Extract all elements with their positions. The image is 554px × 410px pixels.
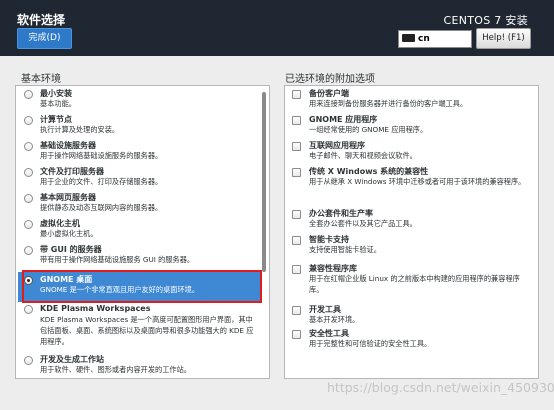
env-item[interactable]: 基础设施服务器 用于操作网络基础设施服务的服务器。 — [16, 140, 269, 162]
checkbox[interactable] — [292, 306, 301, 315]
checkbox[interactable] — [292, 90, 301, 99]
checkbox[interactable] — [292, 210, 301, 219]
env-item-title: 计算节点 — [40, 115, 72, 124]
env-item-desc: 用于企业的文件、打印及存储服务器。 — [40, 177, 163, 186]
addon-item-title: 备份客户端 — [309, 89, 349, 98]
env-item[interactable]: KDE Plasma Workspaces KDE Plasma Workspa… — [16, 303, 269, 347]
addon-item[interactable]: 传统 X Windows 系统的兼容性 用于从继承 X Windows 环境中迁… — [285, 166, 538, 188]
header-bar: 软件选择 完成(D) CENTOS 7 安装 cn Help! (F1) — [0, 0, 554, 56]
addon-item-title: 办公套件和生产率 — [309, 209, 373, 218]
env-item[interactable]: 带 GUI 的服务器 带有用于操作网络基础设施服务 GUI 的服务器。 — [16, 244, 269, 266]
addon-item[interactable]: 兼容性程序库 用于在红帽企业版 Linux 的之前版本中构建的应用程序的兼容程序… — [285, 263, 538, 295]
env-item-title: 文件及打印服务器 — [40, 167, 104, 176]
addon-item-desc: 用于完整性和可信验证的安全性工具。 — [309, 339, 432, 348]
radio-button[interactable] — [24, 116, 33, 125]
env-item-title: 开发及生成工作站 — [40, 355, 104, 364]
scrollbar[interactable] — [262, 92, 266, 272]
radio-button[interactable] — [24, 356, 33, 365]
env-item-desc: 最小虚拟化主机。 — [40, 229, 98, 238]
env-item-title: KDE Plasma Workspaces — [40, 304, 151, 313]
addon-item[interactable]: 备份客户端 用来连接到备份服务器并进行备份的客户端工具。 — [285, 88, 538, 110]
addon-item-desc: 一组经常使用的 GNOME 应用程序。 — [309, 125, 428, 134]
env-item-title: 带 GUI 的服务器 — [40, 245, 102, 254]
addon-item[interactable]: 智能卡支持 支持使用智能卡验证。 — [285, 234, 538, 256]
done-button[interactable]: 完成(D) — [17, 28, 72, 49]
env-item[interactable]: 开发及生成工作站 用于软件、硬件、图形或者内容开发的工作站。 — [16, 354, 269, 376]
keyboard-layout-label: cn — [418, 34, 430, 44]
addons-heading: 已选环境的附加选项 — [285, 74, 375, 85]
addon-item-desc: 基本开发环境。 — [309, 315, 360, 324]
highlight-box — [22, 270, 262, 303]
checkbox[interactable] — [292, 265, 301, 274]
page-title: 软件选择 — [17, 13, 66, 27]
product-title: CENTOS 7 安装 — [443, 14, 528, 27]
addon-item[interactable]: 互联网应用程序 电子邮件、聊天和视频会议软件。 — [285, 140, 538, 162]
env-item-desc: 基本功能。 — [40, 99, 76, 108]
env-item-desc: 用于软件、硬件、图形或者内容开发的工作站。 — [40, 365, 191, 374]
addon-item-desc: 用于在红帽企业版 Linux 的之前版本中构建的应用程序的兼容程序库。 — [309, 274, 520, 294]
radio-button[interactable] — [24, 246, 33, 255]
addon-item[interactable]: 安全性工具 用于完整性和可信验证的安全性工具。 — [285, 328, 538, 350]
addon-item-title: 传统 X Windows 系统的兼容性 — [309, 167, 429, 176]
env-item-title: 最小安装 — [40, 89, 72, 98]
radio-button[interactable] — [24, 142, 33, 151]
addon-item-title: 互联网应用程序 — [309, 141, 365, 150]
env-item[interactable]: 计算节点 执行计算及处理的安装。 — [16, 114, 269, 136]
env-item[interactable]: 文件及打印服务器 用于企业的文件、打印及存储服务器。 — [16, 166, 269, 188]
env-item[interactable]: 虚拟化主机 最小虚拟化主机。 — [16, 218, 269, 240]
addon-item-desc: 全套办公套件以及其它产品工具。 — [309, 219, 417, 228]
addon-item-title: 开发工具 — [309, 305, 341, 314]
checkbox[interactable] — [292, 142, 301, 151]
base-environment-heading: 基本环境 — [21, 74, 61, 85]
env-item-desc: 用于操作网络基础设施服务的服务器。 — [40, 151, 163, 160]
radio-button[interactable] — [24, 90, 33, 99]
env-item-desc: 提供静态及动态互联网内容的服务器。 — [40, 203, 163, 212]
checkbox[interactable] — [292, 116, 301, 125]
checkbox[interactable] — [292, 168, 301, 177]
addon-item-title: 安全性工具 — [309, 329, 349, 338]
base-environment-list: 最小安装 基本功能。 计算节点 执行计算及处理的安装。 基础设施服务器 用于操作… — [15, 85, 270, 379]
radio-button[interactable] — [24, 194, 33, 203]
env-item-desc: 带有用于操作网络基础设施服务 GUI 的服务器。 — [40, 255, 195, 264]
checkbox[interactable] — [292, 330, 301, 339]
keyboard-layout-indicator[interactable]: cn — [398, 30, 472, 48]
checkbox[interactable] — [292, 236, 301, 245]
radio-button[interactable] — [24, 220, 33, 229]
env-item-title: 虚拟化主机 — [40, 219, 80, 228]
addon-item-desc: 用于从继承 X Windows 环境中迁移或者可用于该环境的兼容程序。 — [309, 177, 526, 186]
radio-button[interactable] — [24, 168, 33, 177]
addons-list: 备份客户端 用来连接到备份服务器并进行备份的客户端工具。 GNOME 应用程序 … — [284, 85, 539, 379]
env-item-desc: KDE Plasma Workspaces 是一个高度可配置图形用户界面，其中包… — [40, 315, 254, 346]
help-button[interactable]: Help! (F1) — [476, 28, 531, 49]
env-item-title: 基本网页服务器 — [40, 193, 96, 202]
addon-item-desc: 用来连接到备份服务器并进行备份的客户端工具。 — [309, 99, 468, 108]
addon-item[interactable]: 开发工具 基本开发环境。 — [285, 304, 538, 326]
addon-item-desc: 电子邮件、聊天和视频会议软件。 — [309, 151, 417, 160]
addon-item-title: 兼容性程序库 — [309, 264, 357, 273]
watermark: https://blog.csdn.net/weixin_45093060 — [327, 380, 554, 395]
addon-item-title: GNOME 应用程序 — [309, 115, 378, 124]
addon-item[interactable]: 办公套件和生产率 全套办公套件以及其它产品工具。 — [285, 208, 538, 230]
addon-item-desc: 支持使用智能卡验证。 — [309, 245, 381, 254]
radio-button[interactable] — [24, 305, 33, 314]
keyboard-icon — [402, 34, 415, 42]
env-item-title: 基础设施服务器 — [40, 141, 96, 150]
env-item[interactable]: 基本网页服务器 提供静态及动态互联网内容的服务器。 — [16, 192, 269, 214]
env-item-desc: 执行计算及处理的安装。 — [40, 125, 120, 134]
addon-item-title: 智能卡支持 — [309, 235, 349, 244]
addon-item[interactable]: GNOME 应用程序 一组经常使用的 GNOME 应用程序。 — [285, 114, 538, 136]
env-item[interactable]: 最小安装 基本功能。 — [16, 88, 269, 110]
